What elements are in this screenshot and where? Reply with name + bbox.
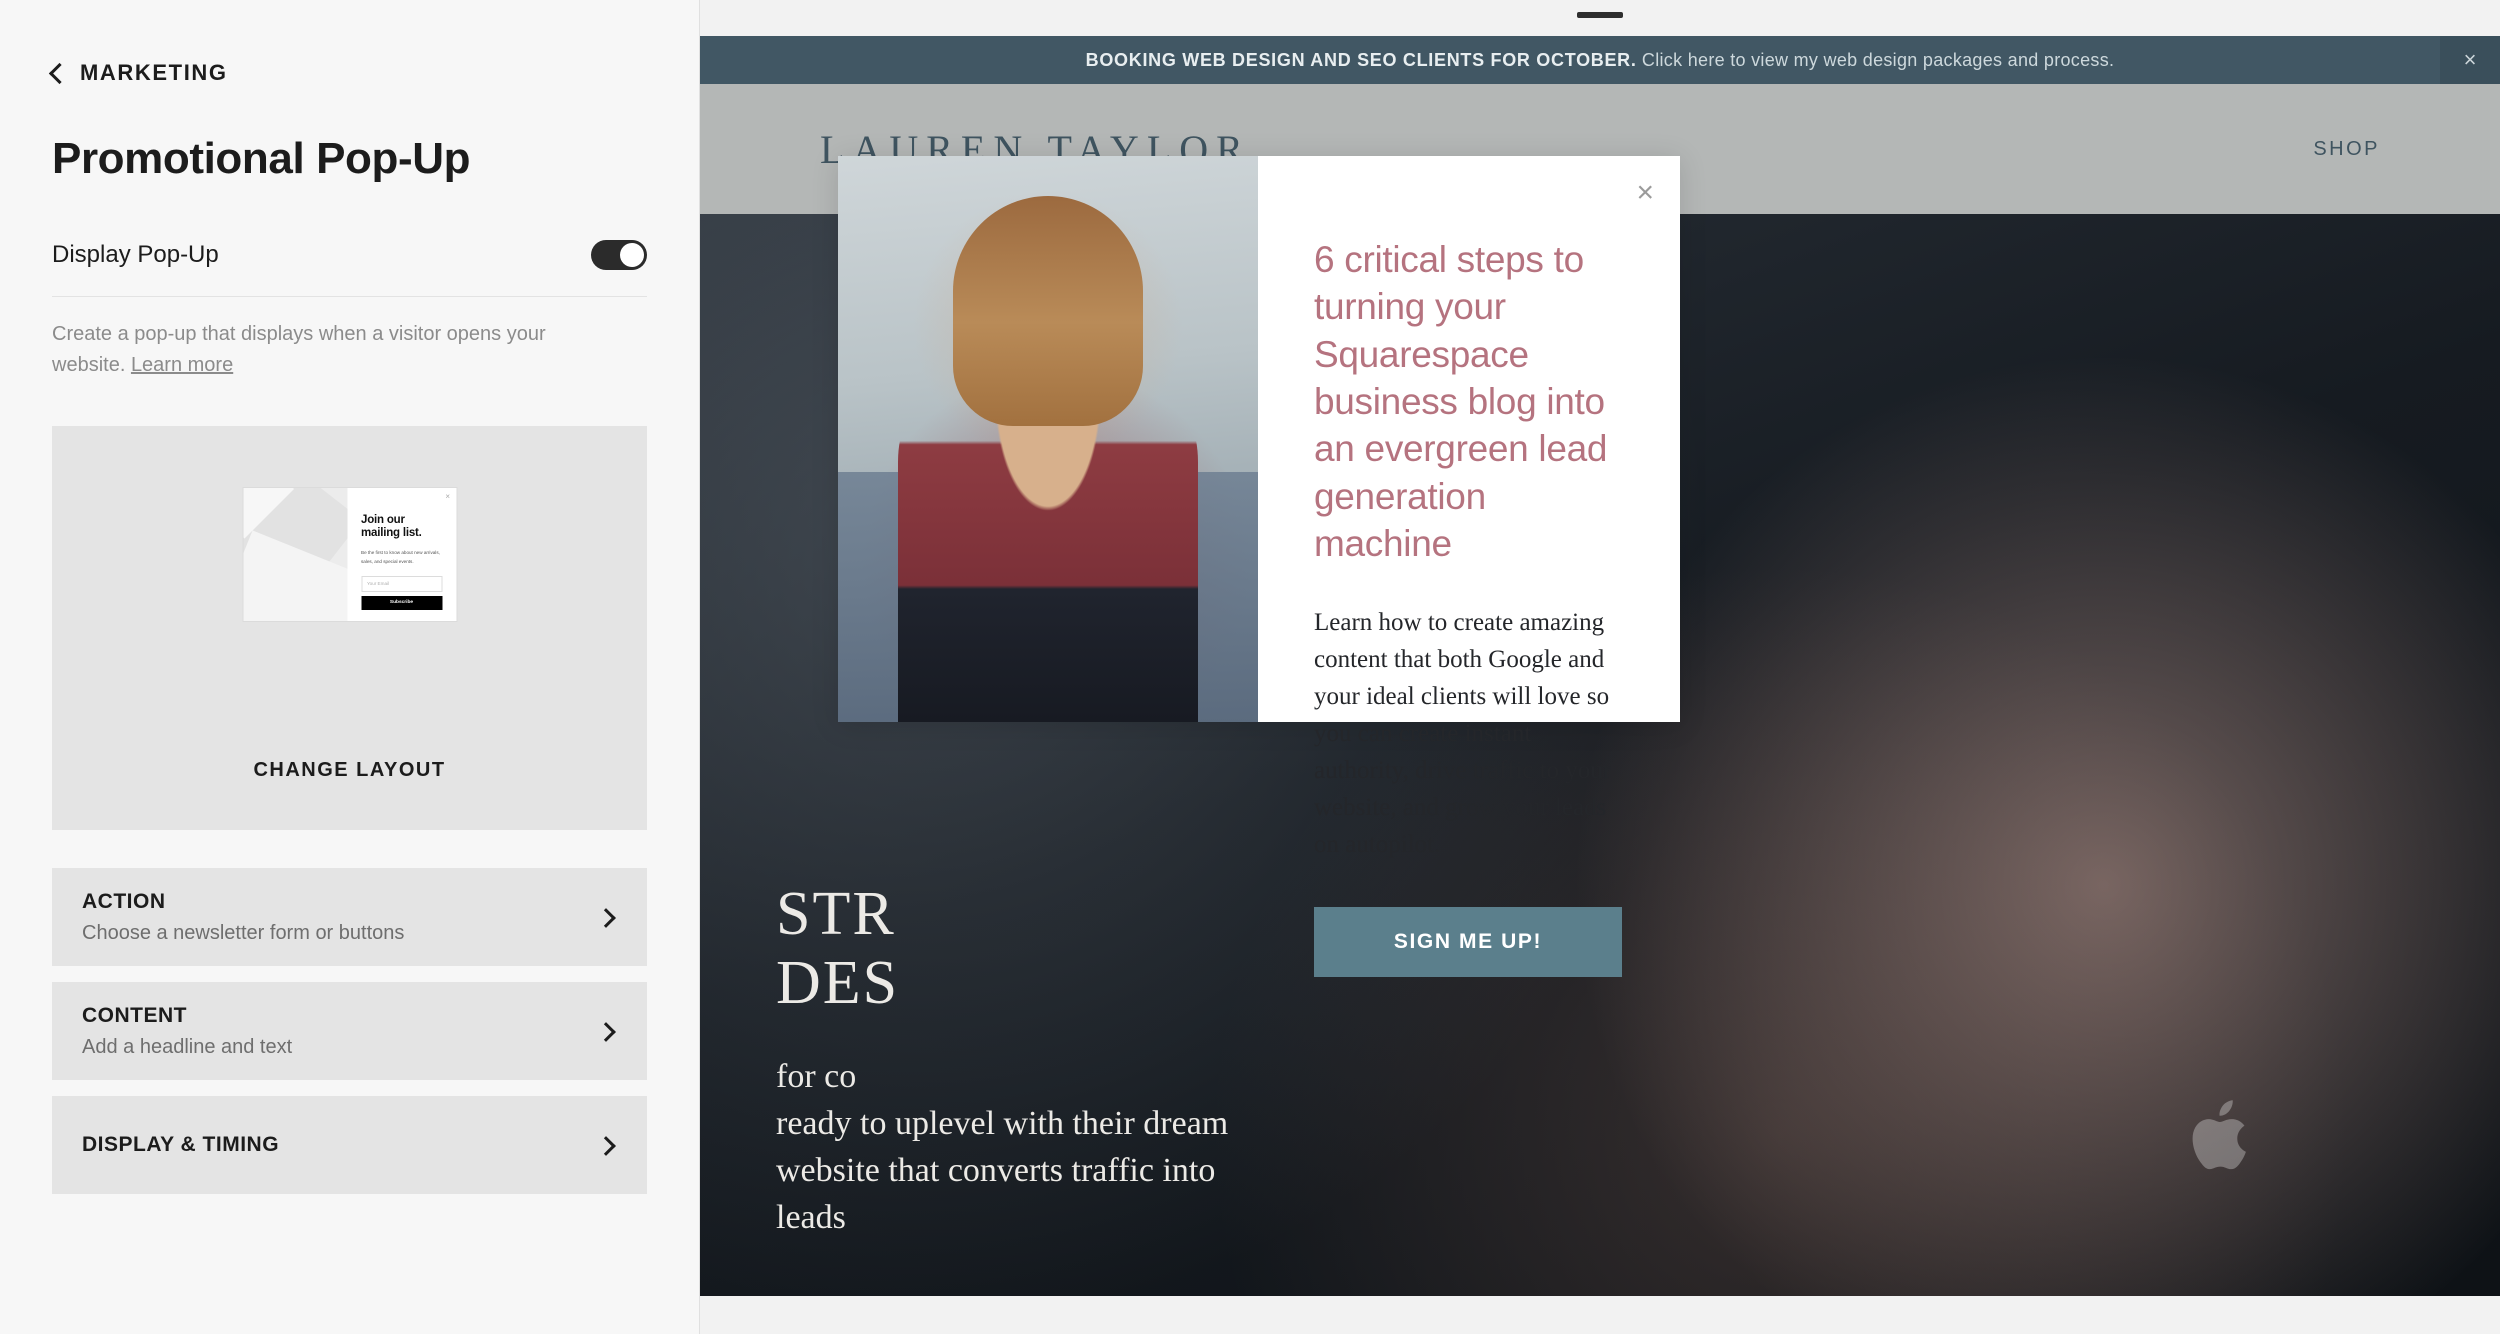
- hero-text-block: STR DES for co ready to uplevel with the…: [776, 880, 1228, 1243]
- chevron-right-icon: [599, 1023, 615, 1039]
- popup-image: [838, 156, 1258, 722]
- hero-sub-line-4: leads: [776, 1199, 846, 1237]
- breadcrumb-label: MARKETING: [80, 60, 228, 85]
- section-title-display-timing: DISPLAY & TIMING: [82, 1133, 280, 1156]
- announcement-text: BOOKING WEB DESIGN AND SEO CLIENTS FOR O…: [1086, 50, 2115, 71]
- popup-paragraph: Learn how to create amazing content that…: [1314, 608, 1612, 858]
- section-desc-content: Add a headline and text: [82, 1035, 293, 1058]
- thumbnail-subtext: Be the first to know about new arrivals,…: [361, 550, 440, 565]
- hero-title: STR DES: [776, 880, 1228, 1019]
- hero-subtitle: for co ready to uplevel with their dream…: [776, 1054, 1228, 1242]
- announcement-close-icon[interactable]: ×: [2440, 36, 2500, 84]
- announcement-rest-text: Click here to view my web design package…: [1636, 49, 2115, 70]
- chevron-right-icon: [599, 1137, 615, 1153]
- section-row-content[interactable]: CONTENT Add a headline and text: [52, 982, 647, 1080]
- hero-sub-line-3: website that converts traffic into: [776, 1152, 1216, 1190]
- hero-title-line-2: DES: [776, 948, 900, 1017]
- hero-title-line-1: STR: [776, 879, 896, 948]
- settings-section-list: ACTION Choose a newsletter form or butto…: [52, 868, 647, 1194]
- helper-text-body: Create a pop-up that displays when a vis…: [52, 323, 546, 376]
- section-title-content: CONTENT: [82, 1003, 187, 1027]
- display-popup-row: Display Pop-Up: [52, 240, 647, 297]
- popup-headline: 6 critical steps to turning your Squares…: [1314, 239, 1608, 565]
- announcement-bar[interactable]: BOOKING WEB DESIGN AND SEO CLIENTS FOR O…: [700, 36, 2500, 84]
- thumbnail-image-placeholder: [243, 488, 347, 621]
- site-preview-pane: BOOKING WEB DESIGN AND SEO CLIENTS FOR O…: [700, 0, 2500, 1334]
- thumbnail-subscribe-button: Subscribe: [361, 595, 442, 610]
- toggle-knob: [620, 243, 644, 267]
- website-preview: BOOKING WEB DESIGN AND SEO CLIENTS FOR O…: [700, 36, 2500, 1296]
- thumbnail-close-icon: ×: [445, 492, 450, 501]
- promotional-popup: × 6 critical steps to turning your Squar…: [838, 156, 1680, 977]
- popup-close-icon[interactable]: ×: [1636, 178, 1654, 208]
- change-layout-button[interactable]: CHANGE LAYOUT: [52, 759, 647, 782]
- layout-preview-card: × Join our mailing list. Be the first to…: [52, 426, 647, 830]
- section-title-action: ACTION: [82, 889, 166, 913]
- hero-sub-line-1: for co: [776, 1058, 857, 1096]
- section-desc-action: Choose a newsletter form or buttons: [82, 921, 405, 944]
- chevron-right-icon: [599, 909, 615, 925]
- layout-thumbnail: × Join our mailing list. Be the first to…: [243, 488, 456, 621]
- preview-drag-handle[interactable]: [1577, 12, 1623, 18]
- back-to-marketing-button[interactable]: MARKETING: [0, 0, 699, 86]
- thumbnail-email-input: Your Email: [361, 575, 442, 592]
- helper-text: Create a pop-up that displays when a vis…: [52, 319, 622, 381]
- site-nav: SHOP: [2313, 138, 2380, 161]
- nav-item-shop[interactable]: SHOP: [2313, 138, 2380, 161]
- section-row-action[interactable]: ACTION Choose a newsletter form or butto…: [52, 868, 647, 966]
- learn-more-link[interactable]: Learn more: [131, 354, 233, 376]
- settings-sidebar: MARKETING Promotional Pop-Up Display Pop…: [0, 0, 700, 1334]
- preview-bottom-strip: [700, 1296, 2500, 1334]
- thumbnail-headline: Join our mailing list.: [361, 514, 422, 540]
- section-row-display-timing[interactable]: DISPLAY & TIMING: [52, 1096, 647, 1194]
- chevron-left-icon: [48, 64, 66, 82]
- apple-logo-icon: [2192, 1100, 2246, 1170]
- thumbnail-content: × Join our mailing list. Be the first to…: [347, 488, 456, 621]
- app-root: MARKETING Promotional Pop-Up Display Pop…: [0, 0, 2500, 1334]
- popup-content: × 6 critical steps to turning your Squar…: [1258, 156, 1680, 977]
- page-title: Promotional Pop-Up: [52, 134, 471, 183]
- popup-signup-button[interactable]: SIGN ME UP!: [1314, 906, 1622, 977]
- hero-sub-line-2: ready to uplevel with their dream: [776, 1105, 1229, 1143]
- display-popup-label: Display Pop-Up: [52, 241, 219, 268]
- announcement-bold-text: BOOKING WEB DESIGN AND SEO CLIENTS FOR O…: [1085, 49, 1637, 70]
- display-popup-toggle[interactable]: [591, 240, 647, 270]
